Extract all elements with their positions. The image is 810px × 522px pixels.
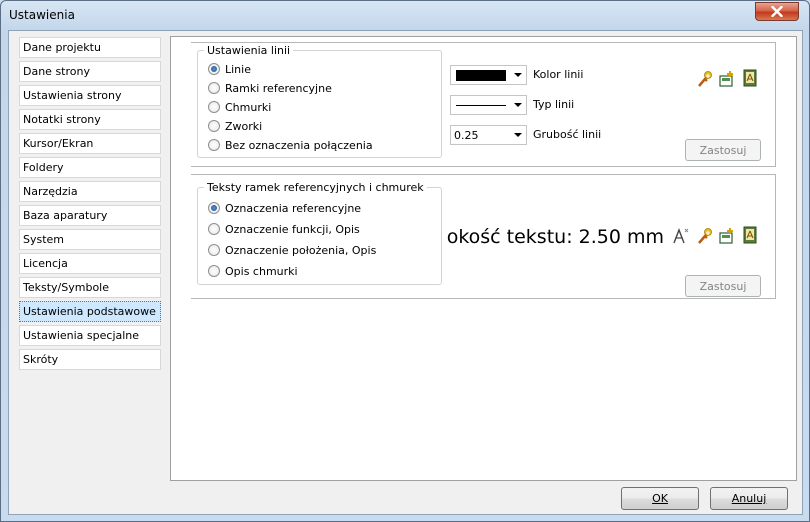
radio-button[interactable] bbox=[208, 223, 220, 235]
save-settings-icon[interactable] bbox=[718, 227, 736, 245]
library-book-icon[interactable] bbox=[741, 69, 759, 87]
radio-label: Linie bbox=[225, 62, 251, 76]
apply-text-settings-button[interactable]: Zastosuj bbox=[685, 275, 761, 297]
line-color-label: Kolor linii bbox=[533, 68, 584, 81]
chevron-down-icon bbox=[514, 73, 522, 77]
sidebar-item-ustawienia-specjalne[interactable]: Ustawienia specjalne bbox=[19, 325, 161, 346]
cancel-button[interactable]: Anuluj bbox=[710, 487, 788, 510]
text-settings-group: Teksty ramek referencyjnych i chmurek Oz… bbox=[197, 181, 442, 285]
close-button[interactable] bbox=[755, 2, 799, 21]
line-type-label: Typ linii bbox=[533, 98, 575, 111]
import-settings-icon[interactable] bbox=[696, 70, 714, 88]
radio-oznaczenie-polozenia[interactable]: Oznaczenie położenia, Opis bbox=[208, 242, 376, 258]
radio-label: Chmurki bbox=[225, 100, 272, 114]
settings-dialog: Ustawienia Dane projektu Dane strony Ust… bbox=[0, 0, 810, 522]
chevron-down-icon bbox=[514, 103, 522, 107]
radio-button[interactable] bbox=[208, 120, 220, 132]
radio-button[interactable] bbox=[208, 139, 220, 151]
radio-button[interactable] bbox=[208, 101, 220, 113]
line-color-swatch bbox=[456, 70, 506, 81]
dialog-client-area: Dane projektu Dane strony Ustawienia str… bbox=[8, 30, 803, 515]
line-color-combo[interactable] bbox=[450, 65, 527, 85]
line-settings-group: Ustawienia linii Linie Ramki referencyjn… bbox=[197, 44, 442, 158]
group-title: Ustawienia linii bbox=[204, 44, 294, 57]
radio-label: Ramki referencyjne bbox=[225, 81, 332, 95]
library-book-icon[interactable] bbox=[741, 226, 759, 244]
line-thickness-label: Grubość linii bbox=[533, 128, 602, 141]
radio-chmurki[interactable]: Chmurki bbox=[208, 99, 271, 115]
radio-ramki-referencyjne[interactable]: Ramki referencyjne bbox=[208, 80, 332, 96]
radio-button[interactable] bbox=[208, 82, 220, 94]
save-settings-icon[interactable] bbox=[718, 70, 736, 88]
radio-oznaczenia-referencyjne[interactable]: Oznaczenia referencyjne bbox=[208, 200, 361, 216]
line-type-preview bbox=[456, 105, 506, 106]
sidebar-item-narzedzia[interactable]: Narzędzia bbox=[19, 181, 161, 202]
window-title: Ustawienia bbox=[9, 8, 75, 22]
chevron-down-icon bbox=[514, 133, 522, 137]
text-height-preview: Wysokość tekstu: 2.50 mm bbox=[446, 226, 664, 248]
radio-button[interactable] bbox=[208, 244, 220, 256]
sidebar-item-system[interactable]: System bbox=[19, 229, 161, 250]
radio-label: Bez oznaczenia połączenia bbox=[225, 138, 373, 152]
apply-line-settings-button[interactable]: Zastosuj bbox=[685, 139, 761, 161]
sidebar-item-notatki-strony[interactable]: Notatki strony bbox=[19, 109, 161, 130]
radio-opis-chmurki[interactable]: Opis chmurki bbox=[208, 263, 298, 279]
radio-button[interactable] bbox=[208, 63, 220, 75]
line-type-combo[interactable] bbox=[450, 95, 527, 115]
sidebar-item-baza-aparatury[interactable]: Baza aparatury bbox=[19, 205, 161, 226]
radio-label: Oznaczenie funkcji, Opis bbox=[225, 222, 360, 236]
sidebar-item-ustawienia-strony[interactable]: Ustawienia strony bbox=[19, 85, 161, 106]
line-thickness-combo[interactable]: 0.25 bbox=[450, 125, 527, 145]
sidebar-item-dane-strony[interactable]: Dane strony bbox=[19, 61, 161, 82]
radio-linie[interactable]: Linie bbox=[208, 61, 251, 77]
radio-oznaczenie-funkcji[interactable]: Oznaczenie funkcji, Opis bbox=[208, 221, 360, 237]
title-bar: Ustawienia bbox=[1, 1, 809, 31]
cancel-button-label: Anuluj bbox=[731, 492, 767, 505]
radio-label: Zworki bbox=[225, 119, 263, 133]
radio-button[interactable] bbox=[208, 202, 220, 214]
sidebar-item-ustawienia-podstawowe[interactable]: Ustawienia podstawowe bbox=[19, 301, 161, 322]
line-thickness-value: 0.25 bbox=[454, 129, 479, 142]
group-title: Teksty ramek referencyjnych i chmurek bbox=[204, 181, 427, 194]
sidebar-item-skroty[interactable]: Skróty bbox=[19, 349, 161, 370]
radio-button[interactable] bbox=[208, 265, 220, 277]
sidebar-item-teksty-symbole[interactable]: Teksty/Symbole bbox=[19, 277, 161, 298]
sidebar-item-dane-projektu[interactable]: Dane projektu bbox=[19, 37, 161, 58]
sidebar-item-foldery[interactable]: Foldery bbox=[19, 157, 161, 178]
text-height-text: Wysokość tekstu: 2.50 mm bbox=[446, 226, 664, 248]
close-icon bbox=[771, 6, 783, 17]
radio-label: Oznaczenie położenia, Opis bbox=[225, 243, 377, 257]
sidebar-item-licencja[interactable]: Licencja bbox=[19, 253, 161, 274]
import-settings-icon[interactable] bbox=[696, 227, 714, 245]
radio-bez-oznaczenia[interactable]: Bez oznaczenia połączenia bbox=[208, 137, 373, 153]
text-size-icon[interactable] bbox=[672, 227, 690, 245]
radio-label: Opis chmurki bbox=[225, 264, 298, 278]
sidebar-item-kursor-ekran[interactable]: Kursor/Ekran bbox=[19, 133, 161, 154]
ok-button-label: OK bbox=[652, 492, 668, 505]
ok-button[interactable]: OK bbox=[621, 487, 699, 510]
radio-zworki[interactable]: Zworki bbox=[208, 118, 262, 134]
radio-label: Oznaczenia referencyjne bbox=[225, 201, 362, 215]
settings-panel: Ustawienia linii Linie Ramki referencyjn… bbox=[170, 36, 797, 481]
